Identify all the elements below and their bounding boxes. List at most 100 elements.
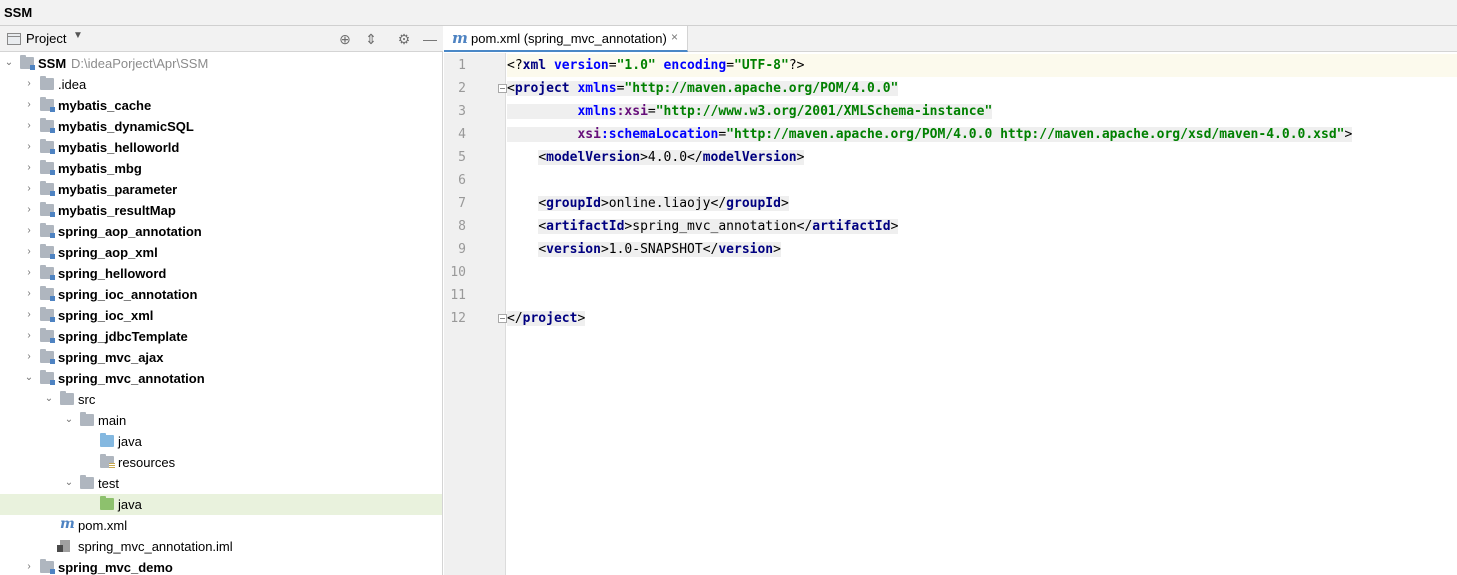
tree-item-spring-aop-annotation[interactable]: › spring_aop_annotation [0, 221, 442, 242]
module-folder-icon [40, 160, 55, 175]
line-number: 7 [458, 196, 466, 211]
chevron-right-icon[interactable]: › [23, 330, 35, 342]
chevron-down-icon[interactable]: ⌄ [63, 477, 75, 489]
tree-item-test[interactable]: ⌄ test [0, 473, 442, 494]
line-number: 12 [450, 311, 466, 326]
tree-item-pom-xml[interactable]: m pom.xml [0, 515, 442, 536]
chevron-right-icon[interactable]: › [23, 351, 35, 363]
module-folder-icon [40, 370, 55, 385]
tree-item-src[interactable]: ⌄ src [0, 389, 442, 410]
tree-item-label: spring_aop_annotation [58, 224, 202, 239]
tree-item-mybatis-parameter[interactable]: › mybatis_parameter [0, 179, 442, 200]
tree-item-spring-aop-xml[interactable]: › spring_aop_xml [0, 242, 442, 263]
chevron-down-icon[interactable]: ⌄ [43, 393, 55, 405]
chevron-right-icon[interactable]: › [23, 288, 35, 300]
project-view-label[interactable]: Project [26, 31, 66, 46]
tree-item-java[interactable]: java [0, 431, 442, 452]
tree-item-label: test [98, 476, 119, 491]
tree-item-mybatis-resultmap[interactable]: › mybatis_resultMap [0, 200, 442, 221]
editor-area: m pom.xml (spring_mvc_annotation) × 1234… [444, 26, 1457, 575]
module-folder-icon [40, 286, 55, 301]
module-folder-icon [40, 202, 55, 217]
project-panel: Project ▼ ⊕ ⇕ ⚙ — ⌄ SSM D:\ideaPorject\A… [0, 26, 443, 575]
module-folder-icon [40, 244, 55, 259]
tree-root-label: SSM [38, 56, 67, 71]
folder-icon [80, 412, 94, 426]
code-line-7[interactable]: <groupId>online.liaojy</groupId> [507, 192, 789, 215]
tab-pom-xml[interactable]: m pom.xml (spring_mvc_annotation) × [444, 26, 688, 52]
code-line-9[interactable]: <version>1.0-SNAPSHOT</version> [507, 238, 781, 261]
code-area[interactable]: <?xml version="1.0" encoding="UTF-8"?> <… [507, 53, 1457, 575]
chevron-right-icon[interactable]: › [23, 561, 35, 573]
chevron-right-icon[interactable]: › [23, 120, 35, 132]
tree-item-mybatis-cache[interactable]: › mybatis_cache [0, 95, 442, 116]
tab-label: pom.xml (spring_mvc_annotation) [471, 31, 667, 46]
chevron-right-icon[interactable]: › [23, 204, 35, 216]
tree-item-spring-mvc-annotation-iml[interactable]: spring_mvc_annotation.iml [0, 536, 442, 557]
maven-file-icon: m [452, 29, 468, 47]
tree-item-spring-ioc-annotation[interactable]: › spring_ioc_annotation [0, 284, 442, 305]
tree-root-ssm[interactable]: ⌄ SSM D:\ideaPorject\Apr\SSM [0, 53, 442, 74]
module-folder-icon [40, 118, 55, 133]
code-line-12[interactable]: </project> [507, 307, 586, 330]
chevron-down-icon[interactable]: ⌄ [3, 57, 15, 69]
gear-icon[interactable]: ⚙ [394, 29, 414, 49]
collapse-all-icon[interactable]: ⇕ [361, 29, 381, 49]
chevron-down-icon[interactable]: ⌄ [23, 372, 35, 384]
code-line-8[interactable]: <artifactId>spring_mvc_annotation</artif… [507, 215, 899, 238]
tree-item-resources[interactable]: resources [0, 452, 442, 473]
chevron-right-icon[interactable]: › [23, 78, 35, 90]
tree-item-spring-mvc-ajax[interactable]: › spring_mvc_ajax [0, 347, 442, 368]
test-folder-icon [100, 496, 114, 510]
code-line-2[interactable]: <project xmlns="http://maven.apache.org/… [507, 77, 899, 100]
tree-item-spring-ioc-xml[interactable]: › spring_ioc_xml [0, 305, 442, 326]
window-title: SSM [4, 5, 33, 20]
fold-marker-icon[interactable] [498, 84, 507, 93]
tree-item-spring-helloword[interactable]: › spring_helloword [0, 263, 442, 284]
code-line-3[interactable]: xmlns:xsi="http://www.w3.org/2001/XMLSch… [507, 100, 993, 123]
tree-item-mybatis-mbg[interactable]: › mybatis_mbg [0, 158, 442, 179]
chevron-right-icon[interactable]: › [23, 162, 35, 174]
tree-item-label: spring_mvc_demo [58, 560, 173, 575]
chevron-right-icon[interactable]: › [23, 183, 35, 195]
project-tree: ⌄ SSM D:\ideaPorject\Apr\SSM › .idea › myba… [0, 52, 442, 575]
tree-item-java[interactable]: java [0, 494, 442, 515]
chevron-right-icon[interactable]: › [23, 309, 35, 321]
line-number: 5 [458, 150, 466, 165]
tree-item--idea[interactable]: › .idea [0, 74, 442, 95]
module-folder-icon [40, 97, 55, 112]
chevron-right-icon[interactable]: › [23, 141, 35, 153]
close-icon[interactable]: × [671, 30, 678, 44]
tree-item-label: mybatis_resultMap [58, 203, 176, 218]
title-bar: SSM [0, 0, 1457, 26]
module-folder-icon [40, 265, 55, 280]
chevron-down-icon[interactable]: ⌄ [63, 414, 75, 426]
chevron-right-icon[interactable]: › [23, 99, 35, 111]
locate-icon[interactable]: ⊕ [335, 29, 355, 49]
tree-item-spring-mvc-annotation[interactable]: ⌄ spring_mvc_annotation [0, 368, 442, 389]
module-folder-icon [20, 55, 35, 70]
module-folder-icon [40, 349, 55, 364]
chevron-right-icon[interactable]: › [23, 225, 35, 237]
tree-item-label: src [78, 392, 96, 407]
line-number: 11 [450, 288, 466, 303]
chevron-right-icon[interactable]: › [23, 246, 35, 258]
code-line-1[interactable]: <?xml version="1.0" encoding="UTF-8"?> [507, 54, 1457, 77]
tree-item-mybatis-helloworld[interactable]: › mybatis_helloworld [0, 137, 442, 158]
tree-item-spring-mvc-demo[interactable]: › spring_mvc_demo [0, 557, 442, 575]
code-line-5[interactable]: <modelVersion>4.0.0</modelVersion> [507, 146, 805, 169]
tree-item-main[interactable]: ⌄ main [0, 410, 442, 431]
resources-folder-icon [100, 454, 115, 469]
minimize-icon[interactable]: — [420, 29, 440, 49]
code-line-4[interactable]: xsi:schemaLocation="http://maven.apache.… [507, 123, 1353, 146]
fold-marker-icon[interactable] [498, 314, 507, 323]
tree-item-spring-jdbctemplate[interactable]: › spring_jdbcTemplate [0, 326, 442, 347]
chevron-down-icon[interactable]: ▼ [73, 30, 83, 41]
chevron-right-icon[interactable]: › [23, 267, 35, 279]
tree-item-label: spring_mvc_annotation.iml [78, 539, 233, 554]
tree-item-label: spring_aop_xml [58, 245, 158, 260]
line-number: 9 [458, 242, 466, 257]
line-number: 4 [458, 127, 466, 142]
source-folder-icon [100, 433, 114, 447]
tree-item-mybatis-dynamicsql[interactable]: › mybatis_dynamicSQL [0, 116, 442, 137]
